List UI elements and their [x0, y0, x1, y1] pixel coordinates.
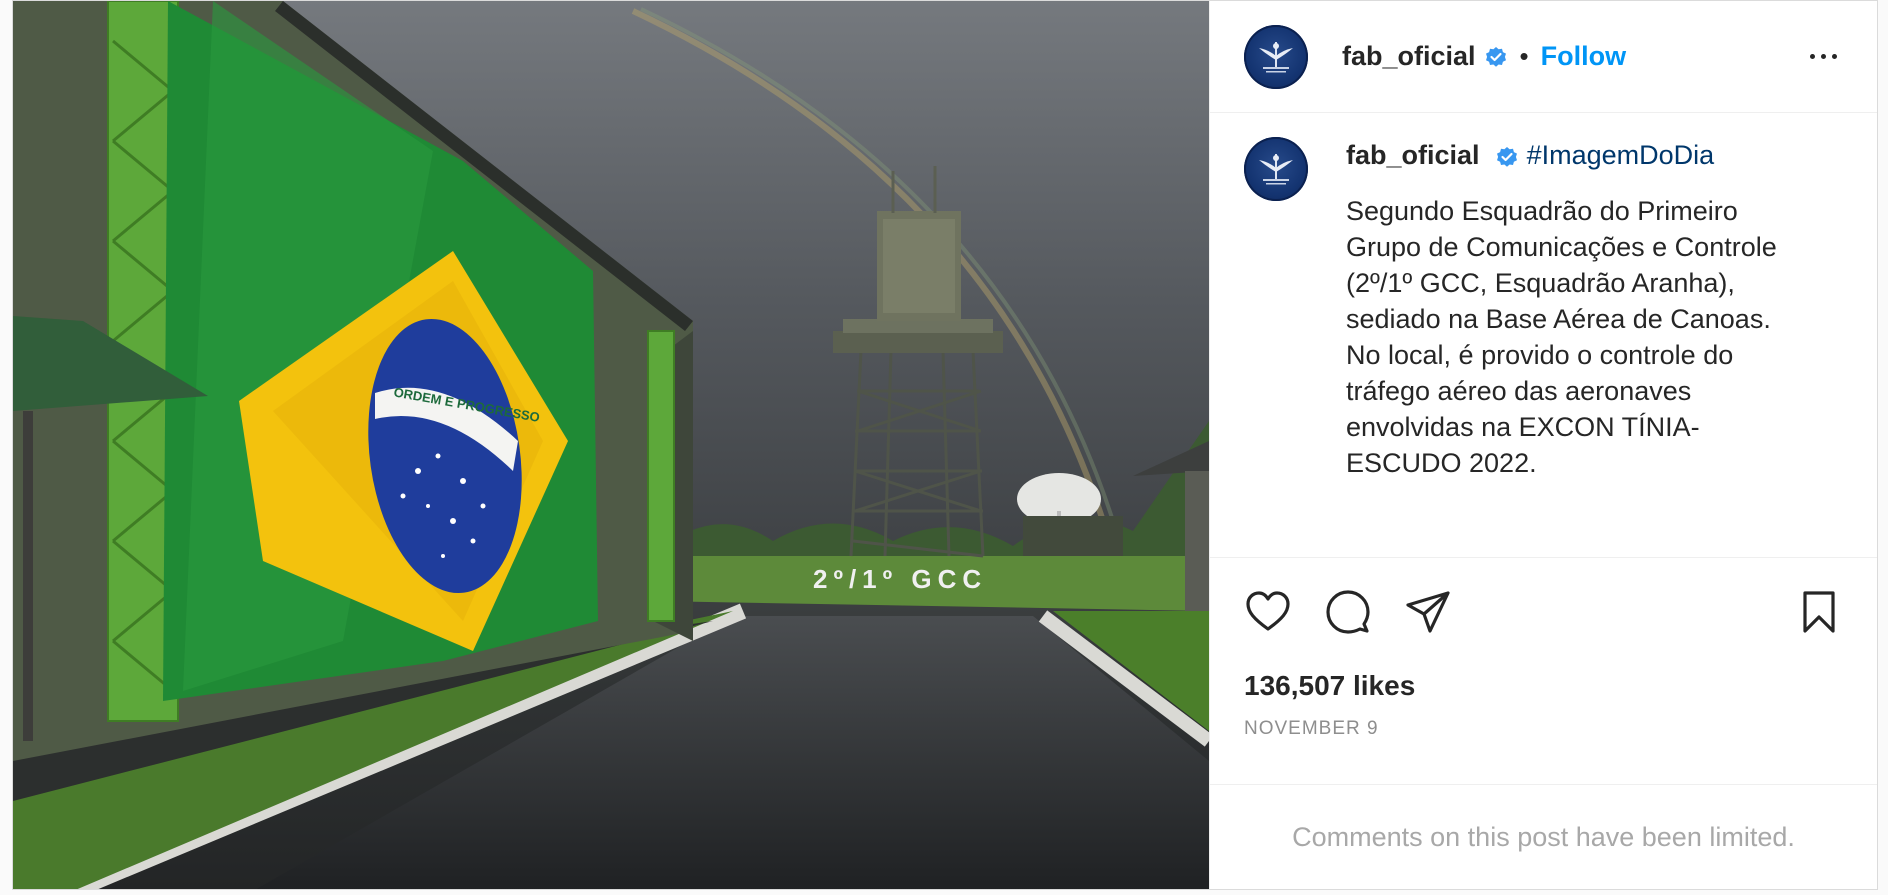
caption-hashtag[interactable]: #ImagemDoDia — [1527, 140, 1715, 170]
ground-lettering: 2º/1º GCC — [813, 564, 987, 594]
post-sidebar: fab_oficial • Follow fab_oficial #Imagem… — [1209, 1, 1877, 889]
eagle-emblem-icon — [1259, 154, 1293, 185]
caption-avatar[interactable] — [1244, 137, 1308, 201]
eagle-emblem-icon — [1259, 41, 1293, 72]
avatar[interactable] — [1244, 24, 1308, 89]
share-icon[interactable] — [1404, 588, 1452, 636]
post-photo[interactable]: 2º/1º GCC ORDEM E PROGRESSO — [13, 1, 1209, 889]
likes-count[interactable]: 136,507 likes — [1210, 670, 1877, 702]
bookmark-icon[interactable] — [1795, 588, 1843, 636]
post-header: fab_oficial • Follow — [1210, 1, 1877, 113]
caption-section: fab_oficial #ImagemDoDia Segundo Esquadr… — [1210, 113, 1877, 558]
caption: fab_oficial #ImagemDoDia Segundo Esquadr… — [1346, 137, 1826, 557]
comments-limited-notice: Comments on this post have been limited. — [1210, 784, 1877, 889]
follow-button[interactable]: Follow — [1541, 41, 1626, 72]
caption-text: Segundo Esquadrão do Primeiro Grupo de C… — [1346, 196, 1777, 478]
caption-heading: fab_oficial #ImagemDoDia — [1346, 137, 1826, 173]
more-options-icon[interactable] — [1803, 42, 1843, 72]
comment-icon[interactable] — [1324, 588, 1372, 636]
verified-badge-icon — [1485, 46, 1506, 67]
heart-icon[interactable] — [1244, 588, 1292, 636]
verified-badge-icon — [1497, 146, 1518, 167]
action-bar — [1210, 558, 1877, 666]
header-username[interactable]: fab_oficial — [1342, 41, 1476, 72]
header-separator: • — [1519, 41, 1529, 71]
post-date: NOVEMBER 9 — [1244, 718, 1379, 739]
instagram-post: 2º/1º GCC ORDEM E PROGRESSO fab_oficial … — [12, 0, 1878, 890]
photo-scene: 2º/1º GCC ORDEM E PROGRESSO — [13, 1, 1209, 889]
caption-username[interactable]: fab_oficial — [1346, 140, 1480, 170]
